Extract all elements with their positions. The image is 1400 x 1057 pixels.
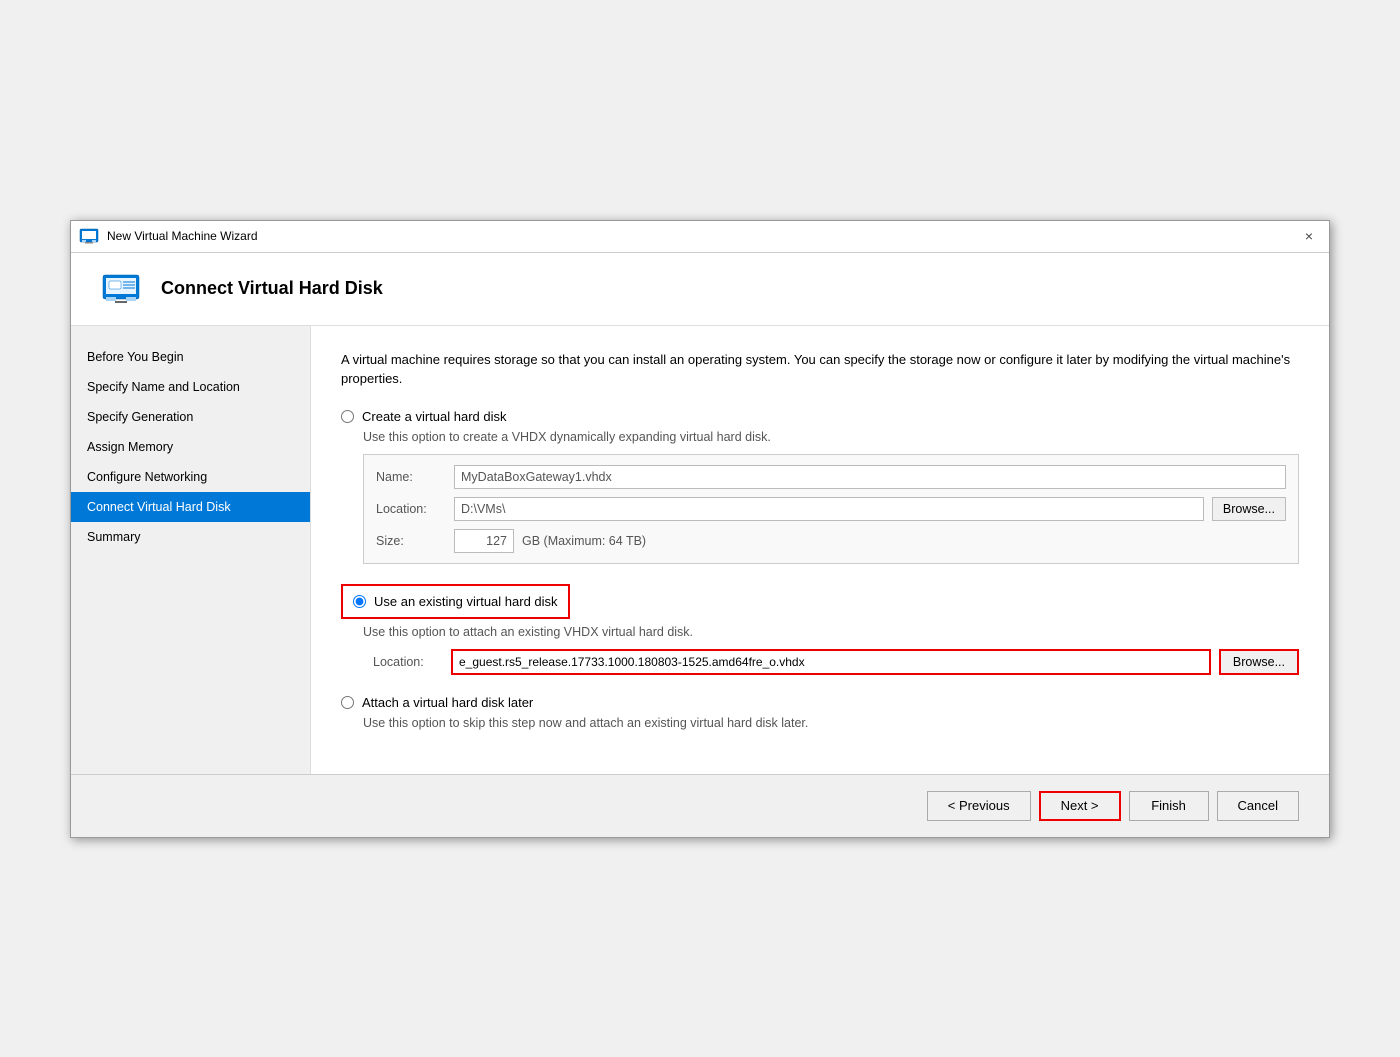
radio-later[interactable]: [341, 696, 354, 709]
content-area: A virtual machine requires storage so th…: [311, 326, 1329, 774]
field-row-location: Location: Browse...: [376, 497, 1286, 521]
sidebar-item-configure-networking[interactable]: Configure Networking: [71, 462, 310, 492]
option-create-label[interactable]: Create a virtual hard disk: [362, 409, 507, 424]
close-button[interactable]: ×: [1297, 224, 1321, 248]
titlebar: New Virtual Machine Wizard ×: [71, 221, 1329, 253]
radio-create[interactable]: [341, 410, 354, 423]
size-unit: GB (Maximum: 64 TB): [522, 534, 646, 548]
sidebar-item-summary[interactable]: Summary: [71, 522, 310, 552]
header-icon: [101, 273, 141, 305]
finish-button[interactable]: Finish: [1129, 791, 1209, 821]
option-later-desc: Use this option to skip this step now an…: [363, 716, 1299, 730]
option-create-group: Create a virtual hard disk Use this opti…: [341, 409, 1299, 564]
option-create-row: Create a virtual hard disk: [341, 409, 1299, 424]
location-label-create: Location:: [376, 502, 446, 516]
next-button[interactable]: Next >: [1039, 791, 1121, 821]
titlebar-icon: [79, 228, 99, 244]
field-row-size: Size: GB (Maximum: 64 TB): [376, 529, 1286, 553]
size-input[interactable]: [454, 529, 514, 553]
location-label-existing: Location:: [373, 655, 443, 669]
option-later-row: Attach a virtual hard disk later: [341, 695, 1299, 710]
browse-button-create[interactable]: Browse...: [1212, 497, 1286, 521]
sidebar-item-specify-generation[interactable]: Specify Generation: [71, 402, 310, 432]
wizard-window: New Virtual Machine Wizard × Connect Vir…: [70, 220, 1330, 838]
create-fields-box: Name: Location: Browse... Size: GB (Maxi…: [363, 454, 1299, 564]
option-later-label[interactable]: Attach a virtual hard disk later: [362, 695, 533, 710]
browse-button-existing[interactable]: Browse...: [1219, 649, 1299, 675]
sidebar-item-before-you-begin[interactable]: Before You Begin: [71, 342, 310, 372]
sidebar: Before You Begin Specify Name and Locati…: [71, 326, 311, 774]
existing-field-row: Location: Browse...: [373, 649, 1299, 675]
field-row-name: Name:: [376, 465, 1286, 489]
name-input[interactable]: [454, 465, 1286, 489]
existing-fields: Location: Browse...: [363, 649, 1299, 675]
sidebar-item-connect-vhd[interactable]: Connect Virtual Hard Disk: [71, 492, 310, 522]
option-existing-highlight: Use an existing virtual hard disk: [341, 584, 570, 619]
option-existing-group: Use an existing virtual hard disk Use th…: [341, 584, 1299, 675]
cancel-button[interactable]: Cancel: [1217, 791, 1299, 821]
page-header: Connect Virtual Hard Disk: [71, 253, 1329, 326]
option-existing-label[interactable]: Use an existing virtual hard disk: [374, 594, 558, 609]
location-input-create[interactable]: [454, 497, 1204, 521]
previous-button[interactable]: < Previous: [927, 791, 1031, 821]
wizard-footer: < Previous Next > Finish Cancel: [71, 774, 1329, 837]
sidebar-item-assign-memory[interactable]: Assign Memory: [71, 432, 310, 462]
size-label: Size:: [376, 534, 446, 548]
existing-location-input[interactable]: [451, 649, 1211, 675]
page-title: Connect Virtual Hard Disk: [161, 278, 383, 299]
name-label: Name:: [376, 470, 446, 484]
option-existing-desc: Use this option to attach an existing VH…: [363, 625, 1299, 639]
radio-existing[interactable]: [353, 595, 366, 608]
titlebar-title: New Virtual Machine Wizard: [107, 229, 1297, 243]
wizard-body: Before You Begin Specify Name and Locati…: [71, 326, 1329, 774]
intro-text: A virtual machine requires storage so th…: [341, 350, 1299, 389]
sidebar-item-specify-name[interactable]: Specify Name and Location: [71, 372, 310, 402]
option-later-group: Attach a virtual hard disk later Use thi…: [341, 695, 1299, 730]
option-create-desc: Use this option to create a VHDX dynamic…: [363, 430, 1299, 444]
